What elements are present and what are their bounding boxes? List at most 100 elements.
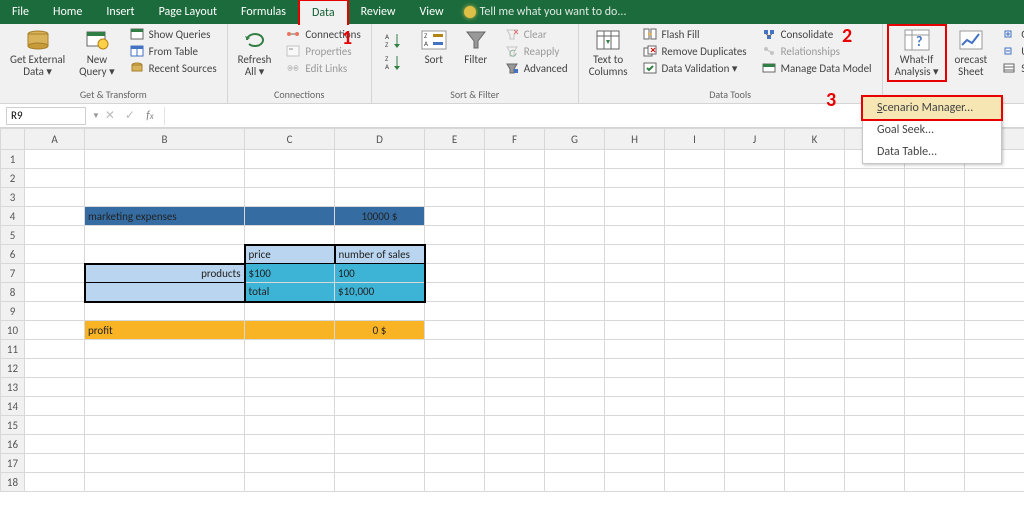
cell-D4[interactable]: 10000 $: [335, 207, 425, 226]
cell-D7[interactable]: 100: [335, 264, 425, 283]
cell-B4[interactable]: marketing expenses: [85, 207, 245, 226]
tell-me[interactable]: Tell me what you want to do...: [456, 5, 1024, 19]
svg-text:A: A: [385, 62, 390, 71]
what-if-dropdown: SScenario Manager...cenario Manager... G…: [862, 96, 1002, 164]
sort-az-button[interactable]: AZ ZA: [378, 26, 410, 72]
cell-D10[interactable]: 0 $: [335, 321, 425, 340]
sort-icon: ZA: [420, 28, 448, 52]
forecast-sheet-button[interactable]: orecast Sheet: [951, 26, 992, 80]
properties-icon: [285, 44, 301, 58]
label: Refresh All ▾: [238, 54, 272, 78]
sort-button[interactable]: ZA Sort: [416, 26, 452, 68]
cell-B10[interactable]: profit: [85, 321, 245, 340]
label: Manage Data Model: [781, 62, 872, 75]
refresh-icon: [241, 28, 269, 52]
forecast-icon: [957, 28, 985, 52]
recent-sources-icon: [129, 61, 145, 75]
connections-button[interactable]: Connections: [281, 26, 364, 42]
new-query-button[interactable]: New Query ▾: [75, 26, 119, 80]
label: Data Validation ▾: [662, 62, 738, 75]
database-icon: [24, 28, 52, 52]
data-validation-icon: [642, 61, 658, 75]
tab-review[interactable]: Review: [349, 0, 408, 24]
cell-B7[interactable]: products: [85, 264, 245, 283]
new-query-icon: [83, 28, 111, 52]
filter-button[interactable]: Filter: [458, 26, 494, 68]
remove-duplicates-button[interactable]: Remove Duplicates: [638, 43, 751, 59]
group-icon: [1001, 27, 1017, 41]
what-if-icon: ?: [903, 28, 931, 52]
name-box[interactable]: [6, 107, 86, 125]
ungroup-button[interactable]: Ungrou: [997, 43, 1024, 59]
text-to-columns-button[interactable]: Text to Columns: [585, 26, 632, 80]
relationships-button[interactable]: Relationships: [757, 43, 876, 59]
cell-C6[interactable]: price: [245, 245, 335, 264]
label: Text to Columns: [589, 54, 628, 78]
properties-button[interactable]: Properties: [281, 43, 364, 59]
edit-links-button[interactable]: Edit Links: [281, 60, 364, 76]
label: Reapply: [524, 45, 560, 58]
flash-fill-button[interactable]: Flash Fill: [638, 26, 751, 42]
clear-button[interactable]: Clear: [500, 26, 572, 42]
refresh-all-button[interactable]: Refresh All ▾: [234, 26, 276, 80]
recent-sources-button[interactable]: Recent Sources: [125, 60, 221, 76]
tab-insert[interactable]: Insert: [94, 0, 146, 24]
group-label-sort-filter: Sort & Filter: [378, 87, 572, 103]
label: Relationships: [781, 45, 840, 58]
cell-C7[interactable]: $100: [245, 264, 335, 283]
fx-icon[interactable]: fx: [140, 109, 160, 123]
label: Sort: [425, 54, 443, 66]
show-queries-button[interactable]: Show Queries: [125, 26, 221, 42]
get-external-data-button[interactable]: Get External Data ▾: [6, 26, 69, 80]
tab-file[interactable]: File: [0, 0, 41, 24]
label: Recent Sources: [149, 62, 217, 75]
what-if-analysis-button[interactable]: ? What-If Analysis ▾: [889, 26, 945, 80]
consolidate-button[interactable]: Consolidate: [757, 26, 876, 42]
label: orecast Sheet: [955, 54, 988, 78]
subtotal-button[interactable]: Subtota: [997, 60, 1024, 76]
remove-dups-icon: [642, 44, 658, 58]
subtotal-icon: [1001, 61, 1017, 75]
cell-D8[interactable]: $10,000: [335, 283, 425, 302]
label: Advanced: [524, 62, 568, 75]
menu-scenario-manager[interactable]: SScenario Manager...cenario Manager...: [863, 97, 1001, 119]
cell-D6[interactable]: number of sales: [335, 245, 425, 264]
from-table-icon: [129, 44, 145, 58]
sort-az-icon: AZ: [380, 28, 408, 52]
sort-za-icon: ZA: [380, 54, 408, 70]
data-validation-button[interactable]: Data Validation ▾: [638, 60, 751, 76]
label: New Query ▾: [79, 54, 115, 78]
annotation-2: 2: [842, 24, 852, 48]
text-to-columns-icon: [594, 28, 622, 52]
tab-data[interactable]: Data: [298, 0, 349, 25]
tab-page-layout[interactable]: Page Layout: [147, 0, 229, 24]
tab-formulas[interactable]: Formulas: [229, 0, 298, 24]
tab-view[interactable]: View: [408, 0, 456, 24]
label: Show Queries: [149, 28, 211, 41]
manage-data-model-button[interactable]: Manage Data Model: [757, 60, 876, 76]
worksheet[interactable]: ABCD EFGH IJKLMN 1 2 3 4 marketing expen…: [0, 128, 1024, 492]
advanced-button[interactable]: Advanced: [500, 60, 572, 76]
menu-data-table[interactable]: Data Table...: [863, 141, 1001, 163]
ungroup-icon: [1001, 44, 1017, 58]
advanced-icon: [504, 61, 520, 75]
filter-icon: [462, 28, 490, 52]
manage-model-icon: [761, 61, 777, 75]
label: Clear: [524, 28, 547, 41]
connections-icon: [285, 27, 301, 41]
flash-fill-icon: [642, 27, 658, 41]
tell-me-label: Tell me what you want to do...: [480, 5, 627, 19]
bulb-icon: [464, 6, 476, 18]
enter-formula-icon[interactable]: ✓: [120, 108, 140, 123]
tab-home[interactable]: Home: [41, 0, 94, 24]
menu-goal-seek[interactable]: Goal Seek...: [863, 119, 1001, 141]
group-button[interactable]: Group: [997, 26, 1024, 42]
label: Get External Data ▾: [10, 54, 65, 78]
relationships-icon: [761, 44, 777, 58]
from-table-button[interactable]: From Table: [125, 43, 221, 59]
reapply-button[interactable]: Reapply: [500, 43, 572, 59]
svg-text:Z: Z: [385, 40, 389, 49]
annotation-1: 1: [342, 26, 352, 50]
cancel-formula-icon[interactable]: ✕: [100, 108, 120, 123]
cell-C8[interactable]: total: [245, 283, 335, 302]
